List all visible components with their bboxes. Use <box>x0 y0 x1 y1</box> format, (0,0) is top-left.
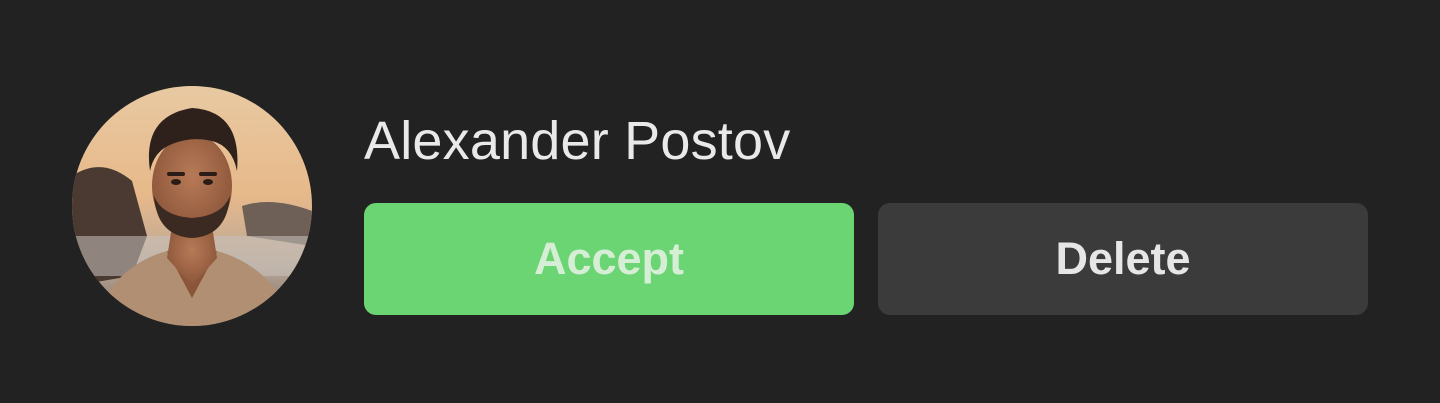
accept-button[interactable]: Accept <box>364 203 854 315</box>
delete-button[interactable]: Delete <box>878 203 1368 315</box>
user-photo-icon <box>72 86 312 326</box>
user-name: Alexander Postov <box>364 111 791 171</box>
friend-request-card: Alexander Postov Accept Delete <box>0 0 1440 403</box>
avatar[interactable] <box>72 86 312 326</box>
